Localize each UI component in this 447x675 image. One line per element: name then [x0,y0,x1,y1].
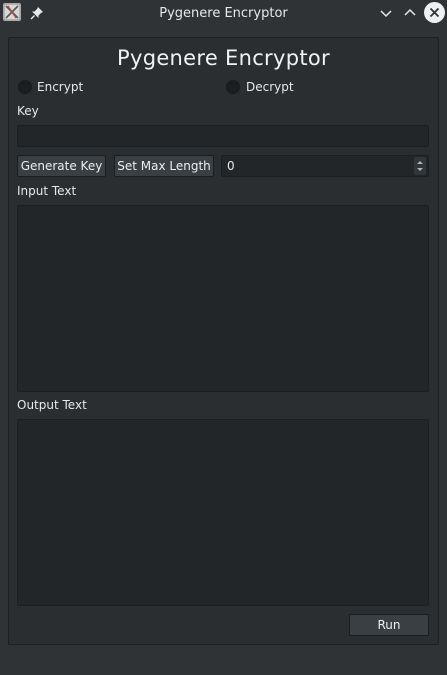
encrypt-radio[interactable] [18,80,32,94]
max-length-value: 0 [227,159,235,173]
encrypt-radio-label[interactable]: Encrypt [37,80,83,94]
generate-key-button[interactable]: Generate Key [17,155,106,177]
key-input[interactable] [17,125,429,147]
input-text-label: Input Text [17,184,77,198]
output-text-label: Output Text [17,398,87,412]
output-text-area[interactable] [17,419,429,606]
maximize-button[interactable] [401,4,419,22]
close-icon [429,7,440,18]
close-button[interactable] [424,2,445,23]
minimize-button[interactable] [377,4,395,22]
input-text-area[interactable] [17,205,429,392]
decrypt-radio[interactable] [226,80,240,94]
app-heading: Pygenere Encryptor [117,46,330,70]
spin-up-icon [417,161,423,164]
run-button[interactable]: Run [349,614,429,636]
key-label: Key [17,104,39,118]
chevron-down-icon [380,10,392,18]
decrypt-radio-label[interactable]: Decrypt [246,80,294,94]
window-titlebar: Pygenere Encryptor [0,0,447,26]
chevron-up-icon [404,8,416,16]
max-length-spinbox[interactable]: 0 [221,155,429,177]
spinbox-arrows[interactable] [414,157,426,175]
window-bottom-strip [0,655,447,675]
spin-down-icon [417,168,423,171]
set-max-length-button[interactable]: Set Max Length [114,155,214,177]
